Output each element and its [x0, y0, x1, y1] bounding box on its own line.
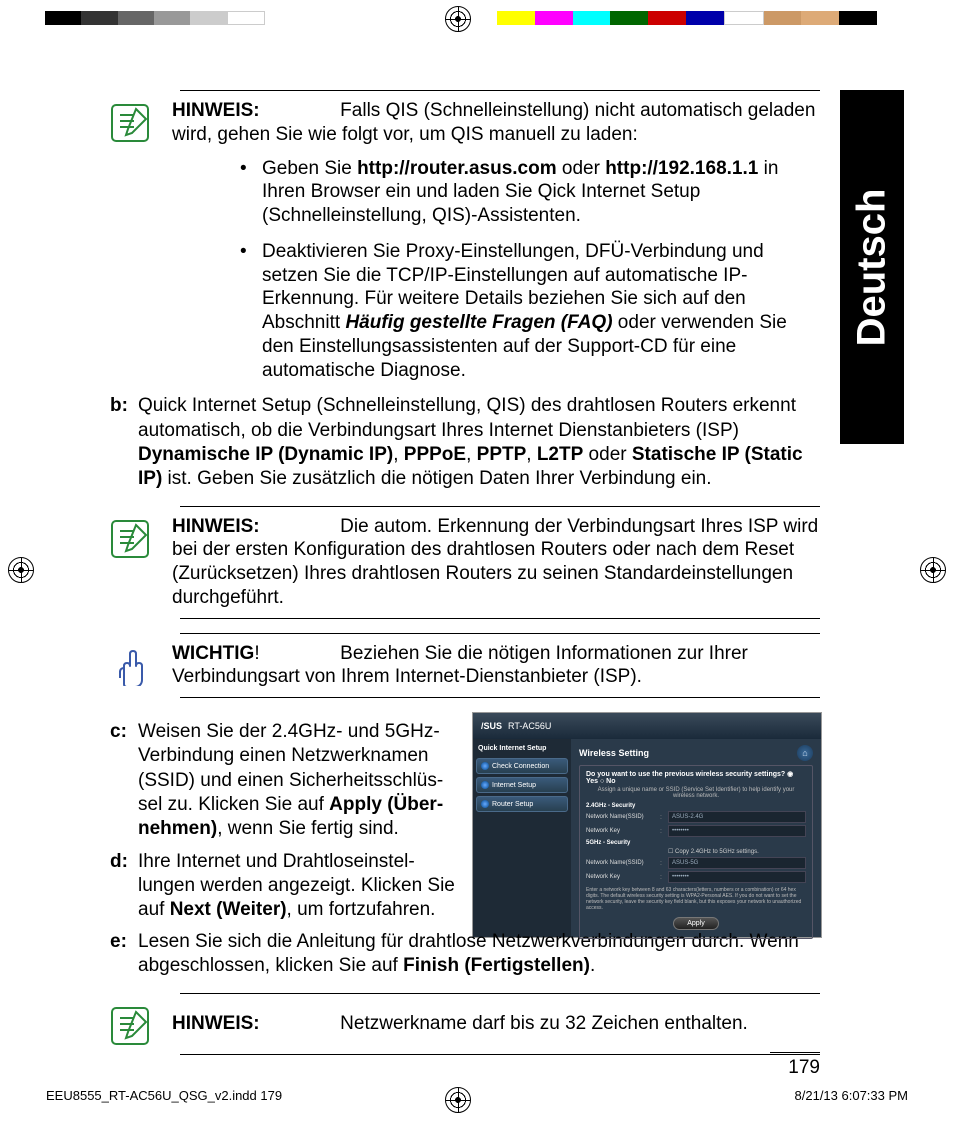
section-label: 2.4GHz - Security — [586, 803, 806, 809]
two-column-section: c: Weisen Sie der 2.4GHz- und 5GHz-Verbi… — [110, 712, 820, 938]
side-item: Router Setup — [476, 796, 568, 812]
footer-message: Enter a network key between 8 and 63 cha… — [586, 887, 806, 911]
question-text: Do you want to use the previous wireless… — [586, 770, 806, 785]
ssid-5-input: ASUS-5G — [668, 857, 806, 869]
page-content: HINWEIS: Falls QIS (Schnelleinstellung) … — [110, 90, 820, 1055]
footer-timestamp: 8/21/13 6:07:33 PM — [795, 1088, 908, 1103]
step-label: b: — [110, 394, 138, 491]
language-tab: Deutsch — [840, 90, 904, 444]
step-d: d: Ihre Internet und Drahtloseinstel­lun… — [110, 850, 456, 923]
bullet-list: Geben Sie http://router.asus.com oder ht… — [200, 157, 820, 383]
brand-label: /SUS — [481, 721, 502, 731]
registration-mark-icon — [8, 557, 34, 583]
model-label: RT-AC56U — [508, 721, 551, 731]
note-label: HINWEIS: — [172, 100, 260, 121]
color-bar-right — [497, 11, 877, 25]
step-label: c: — [110, 720, 138, 842]
step-label: e: — [110, 930, 138, 979]
footer-filename: EEU8555_RT-AC56U_QSG_v2.indd 179 — [46, 1088, 282, 1103]
registration-mark-icon — [920, 557, 946, 583]
note-text: Falls QIS (Schnelleinstellung) nicht aut… — [172, 100, 815, 145]
note-label: HINWEIS: — [172, 516, 260, 537]
qis-title: Quick Internet Setup — [476, 743, 568, 754]
registration-mark-icon — [445, 6, 471, 32]
note-body: HINWEIS: Die autom. Erkennung der Verbin… — [172, 515, 820, 610]
step-b: b: Quick Internet Setup (Schnelleinstell… — [110, 394, 820, 491]
color-bar-left — [45, 11, 265, 25]
step-label: d: — [110, 850, 138, 923]
note-block: HINWEIS: Die autom. Erkennung der Verbin… — [110, 515, 820, 610]
subtext: Assign a unique name or SSID (Service Se… — [586, 787, 806, 799]
important-body: WICHTIG! Beziehen Sie die nötigen Inform… — [172, 642, 820, 690]
note-block: HINWEIS: Netzwerkname darf bis zu 32 Zei… — [110, 1002, 820, 1046]
note-body: HINWEIS: Falls QIS (Schnelleinstellung) … — [172, 99, 820, 147]
note-icon — [110, 103, 150, 143]
note-label: HINWEIS: — [172, 1013, 260, 1034]
side-item: Check Connection — [476, 758, 568, 774]
print-footer: EEU8555_RT-AC56U_QSG_v2.indd 179 8/21/13… — [46, 1088, 908, 1103]
note-text: Die autom. Erkennung der Verbindungsart … — [172, 516, 818, 608]
step-c: c: Weisen Sie der 2.4GHz- und 5GHz-Verbi… — [110, 720, 456, 842]
panel-title: Wireless Setting — [579, 748, 649, 758]
page-number: 179 — [770, 1052, 820, 1079]
router-screenshot: /SUS RT-AC56U Quick Internet Setup Check… — [472, 712, 820, 938]
section-label: 5GHz - Security — [586, 840, 806, 846]
side-item: Internet Setup — [476, 777, 568, 793]
step-text: Ihre Internet und Drahtloseinstel­lungen… — [138, 850, 456, 923]
note-icon — [110, 1006, 150, 1046]
important-label: WICHTIG — [172, 643, 254, 664]
step-text: Quick Internet Setup (Schnelleinstellung… — [138, 394, 820, 491]
key-5-input: •••••••• — [668, 871, 806, 883]
important-block: WICHTIG! Beziehen Sie die nötigen Inform… — [110, 642, 820, 690]
note-text: Netzwerkname darf bis zu 32 Zeichen enth… — [340, 1013, 748, 1034]
note-block: HINWEIS: Falls QIS (Schnelleinstellung) … — [110, 99, 820, 147]
bullet-item: Geben Sie http://router.asus.com oder ht… — [240, 157, 820, 228]
language-label: Deutsch — [850, 188, 895, 346]
hand-icon — [110, 646, 150, 686]
ssid-24-input: ASUS-2.4G — [668, 811, 806, 823]
note-icon — [110, 519, 150, 559]
apply-button: Apply — [673, 917, 719, 930]
bullet-item: Deaktivieren Sie Proxy-Einstellungen, DF… — [240, 240, 820, 383]
home-icon: ⌂ — [797, 745, 813, 761]
key-24-input: •••••••• — [668, 825, 806, 837]
note-body: HINWEIS: Netzwerkname darf bis zu 32 Zei… — [172, 1002, 748, 1036]
step-text: Weisen Sie der 2.4GHz- und 5GHz-Verbindu… — [138, 720, 456, 842]
